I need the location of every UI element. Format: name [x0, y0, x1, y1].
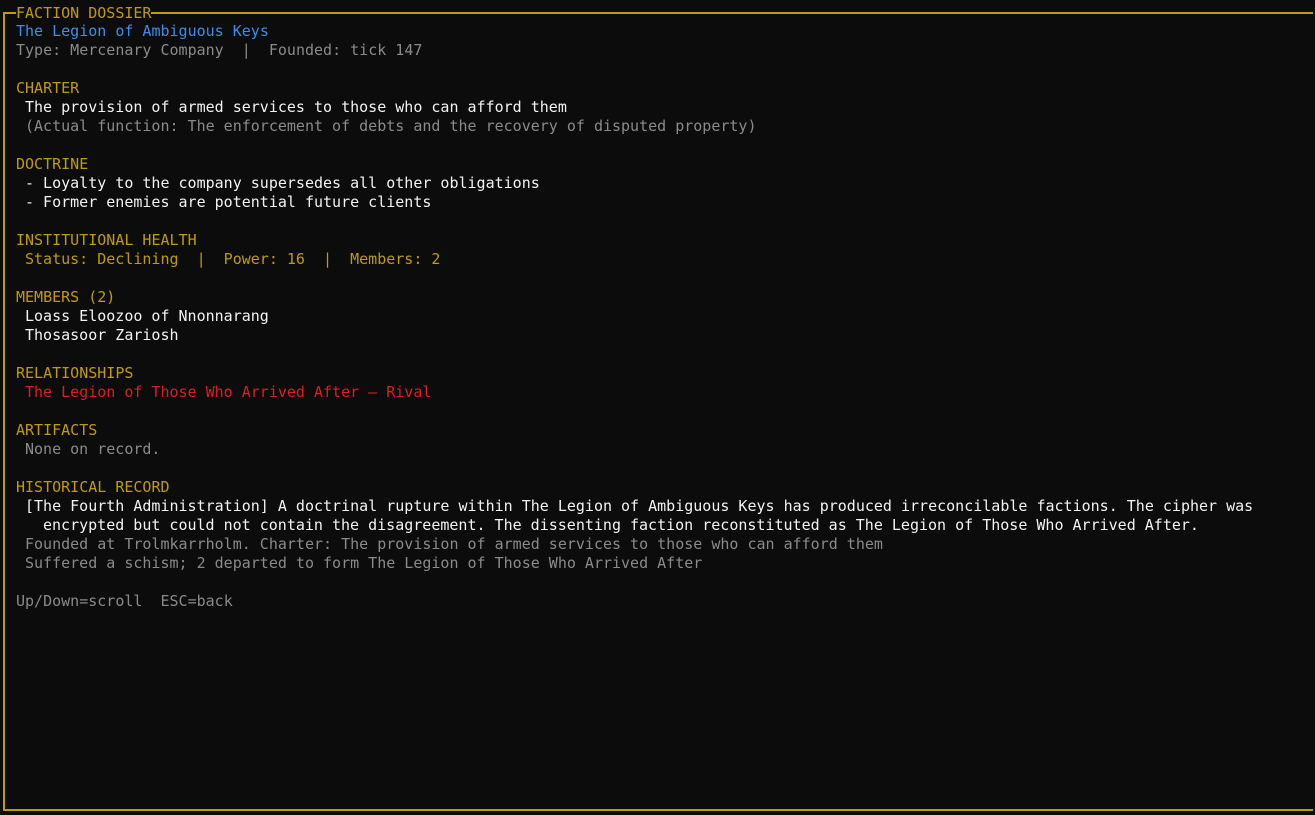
doctrine-item: - Loyalty to the company supersedes all …	[25, 174, 540, 192]
history-heading: HISTORICAL RECORD	[16, 478, 170, 496]
history-entry-line: [The Fourth Administration] A doctrinal …	[25, 497, 1254, 515]
faction-meta: Type: Mercenary Company | Founded: tick …	[16, 41, 423, 59]
member-item: Loass Eloozoo of Nnonnarang	[25, 307, 269, 325]
artifacts-empty-text: None on record.	[25, 440, 161, 458]
charter-actual-function: (Actual function: The enforcement of deb…	[25, 117, 757, 135]
history-note: Founded at Trolmkarrholm. Charter: The p…	[25, 535, 883, 553]
keyboard-hint: Up/Down=scroll ESC=back	[16, 592, 233, 610]
history-entry-line: encrypted but could not contain the disa…	[43, 516, 1199, 534]
dossier-content: The Legion of Ambiguous Keys Type: Merce…	[16, 22, 1315, 611]
history-note: Suffered a schism; 2 departed to form Th…	[25, 554, 703, 572]
charter-text: The provision of armed services to those…	[25, 98, 567, 116]
charter-heading: CHARTER	[16, 79, 80, 97]
members-heading: MEMBERS (2)	[16, 288, 116, 306]
health-heading: INSTITUTIONAL HEALTH	[16, 231, 197, 249]
health-status-line: Status: Declining | Power: 16 | Members:…	[25, 250, 441, 268]
relationship-item-rival: The Legion of Those Who Arrived After — …	[25, 383, 432, 401]
doctrine-item: - Former enemies are potential future cl…	[25, 193, 432, 211]
faction-name: The Legion of Ambiguous Keys	[16, 22, 269, 40]
artifacts-heading: ARTIFACTS	[16, 421, 98, 439]
member-item: Thosasoor Zariosh	[25, 326, 179, 344]
panel-title: FACTION DOSSIER	[16, 4, 152, 23]
doctrine-heading: DOCTRINE	[16, 155, 89, 173]
relationships-heading: RELATIONSHIPS	[16, 364, 134, 382]
